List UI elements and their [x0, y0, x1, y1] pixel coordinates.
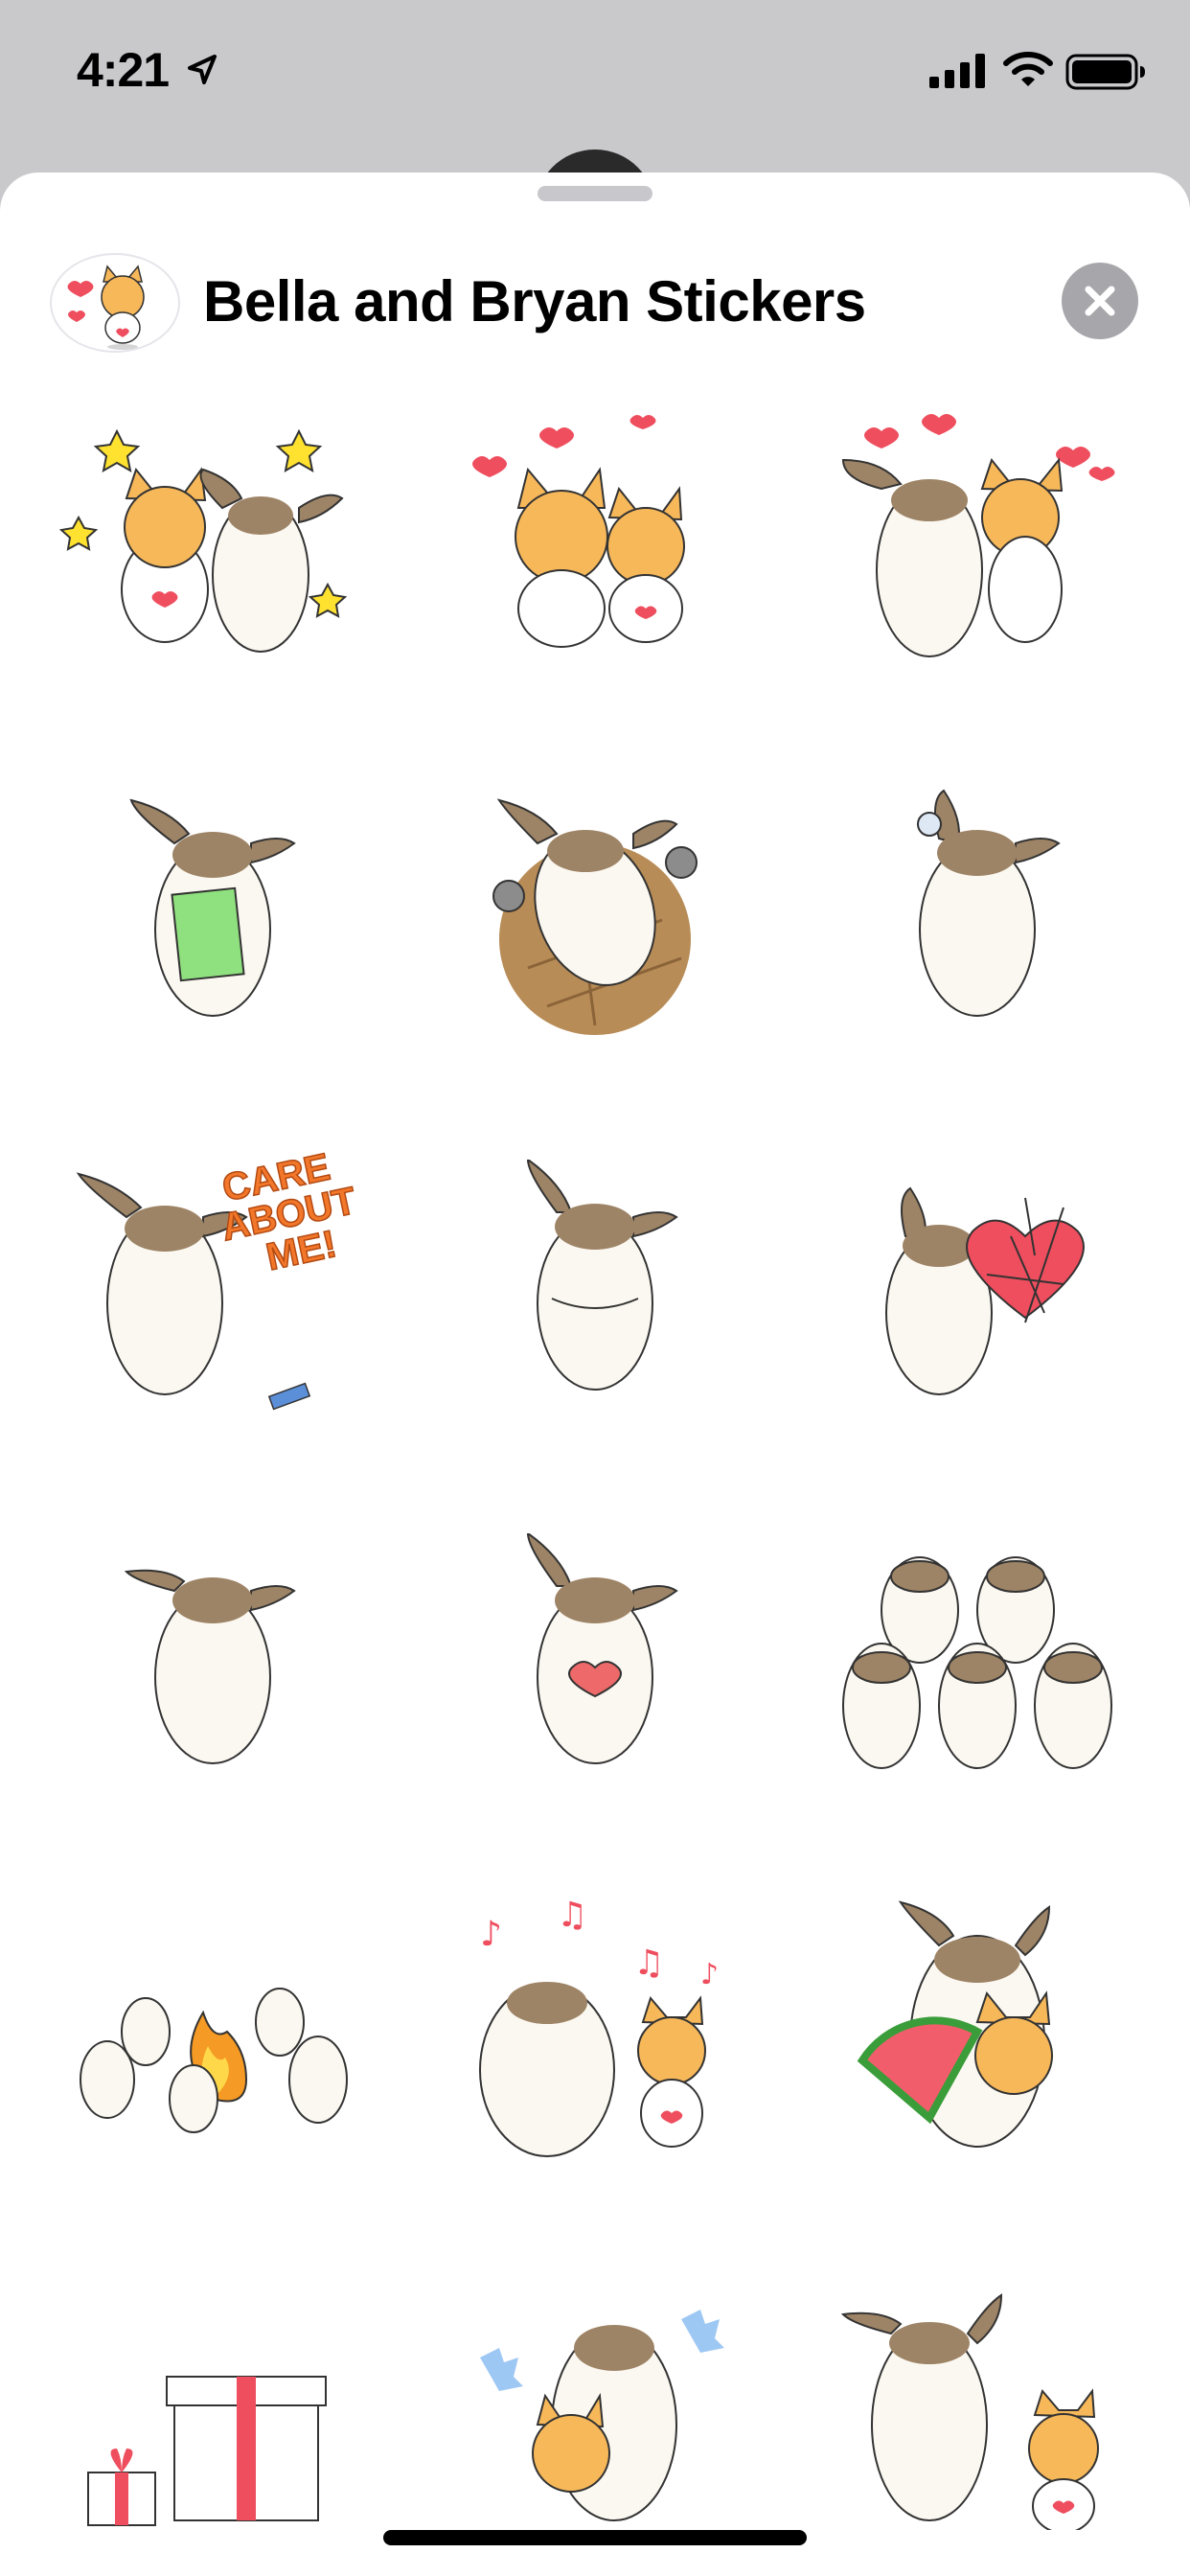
sticker-sheet: Bella and Bryan Stickers CARE ABOUT ME! …	[0, 172, 1190, 2576]
sticker-bryan-green-card[interactable]	[21, 728, 404, 1092]
sticker-bryan-bella-watermelon[interactable]	[786, 1850, 1169, 2214]
sticker-bryan-bella-hug-splash[interactable]	[403, 2223, 787, 2576]
sheet-title: Bella and Bryan Stickers	[203, 269, 866, 334]
sticker-bryan-bubble[interactable]	[786, 728, 1169, 1092]
sticker-bryan-bella-singing[interactable]: ♪ ♫ ♫ ♪	[403, 1850, 787, 2214]
svg-text:♫: ♫	[633, 1944, 664, 1983]
location-arrow-icon	[188, 55, 217, 84]
sticker-bryan-standing[interactable]	[21, 1476, 404, 1840]
svg-text:♫: ♫	[557, 1898, 587, 1935]
sticker-bella-bryan-stars[interactable]	[21, 355, 404, 719]
sticker-bryan-arms-crossed[interactable]	[403, 1102, 787, 1466]
wifi-icon	[1003, 52, 1053, 86]
sticker-grid: CARE ABOUT ME! ♪ ♫ ♫ ♪	[0, 355, 1190, 2530]
cellular-signal-icon	[929, 54, 985, 88]
status-bar: 4:21	[0, 0, 1190, 144]
sticker-bryan-care-about-me[interactable]: CARE ABOUT ME!	[21, 1102, 404, 1466]
close-button[interactable]	[1062, 263, 1138, 339]
sticker-bryan-dancing-maracas[interactable]	[403, 728, 787, 1092]
close-icon	[1085, 286, 1115, 316]
sticker-bryans-campfire[interactable]	[21, 1850, 404, 2214]
sticker-gift-boxes[interactable]	[21, 2223, 404, 2576]
sticker-bryan-broken-heart[interactable]	[786, 1102, 1169, 1466]
sticker-bryan-heart-hands[interactable]	[403, 1476, 787, 1840]
sticker-bryan-and-bella[interactable]	[786, 2223, 1169, 2576]
sheet-header: Bella and Bryan Stickers	[0, 211, 1190, 355]
battery-icon	[1065, 54, 1145, 90]
bella-cat-sticker-icon	[50, 253, 180, 353]
svg-text:♪: ♪	[480, 1915, 502, 1954]
sheet-grabber[interactable]	[538, 186, 652, 201]
status-time: 4:21	[77, 43, 170, 97]
sticker-two-cats-hearts[interactable]	[403, 355, 787, 719]
sticker-five-bryans-cheering[interactable]	[786, 1476, 1169, 1840]
home-indicator[interactable]	[383, 2530, 807, 2545]
sticker-bryan-hug-bella-hearts[interactable]	[786, 355, 1169, 719]
svg-text:♪: ♪	[700, 1958, 719, 1991]
